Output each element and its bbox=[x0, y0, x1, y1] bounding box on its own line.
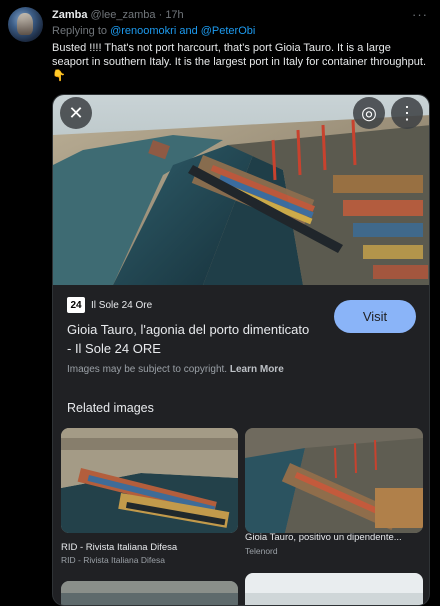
source-logo-icon: 24 bbox=[67, 297, 85, 313]
replying-prefix: Replying to bbox=[52, 25, 111, 37]
more-options-icon[interactable]: ··· bbox=[412, 7, 428, 22]
tweet[interactable]: Zamba @lee_zamba · 17h ··· Replying to @… bbox=[0, 0, 440, 606]
source-name: Il Sole 24 Ore bbox=[91, 299, 153, 311]
result-title[interactable]: Gioia Tauro, l'agonia del porto dimentic… bbox=[67, 320, 317, 358]
image-result-card[interactable]: ✕ ◎ ⋮ 24 Il Sole 24 Ore Gioia Tauro, l'a… bbox=[52, 94, 430, 606]
more-vert-icon[interactable]: ⋮ bbox=[391, 97, 423, 129]
learn-more-link[interactable]: Learn More bbox=[230, 364, 284, 375]
lens-search-icon[interactable]: ◎ bbox=[353, 97, 385, 129]
related-images-heading: Related images bbox=[67, 401, 154, 415]
related-image-1-caption[interactable]: RID - Rivista Italiana Difesa bbox=[61, 542, 238, 554]
display-name[interactable]: Zamba bbox=[52, 9, 87, 21]
copyright-notice: Images may be subject to copyright. Lear… bbox=[67, 364, 284, 375]
related-image-1-source: RID - Rivista Italiana Difesa bbox=[61, 555, 165, 565]
source-row[interactable]: 24 Il Sole 24 Ore bbox=[67, 297, 152, 313]
related-image-1[interactable] bbox=[61, 428, 238, 533]
related-image-3[interactable] bbox=[61, 581, 238, 605]
tweet-text: Busted !!!! That's not port harcourt, th… bbox=[52, 42, 426, 82]
close-icon[interactable]: ✕ bbox=[60, 97, 92, 129]
copyright-text: Images may be subject to copyright. bbox=[67, 364, 228, 375]
separator: · bbox=[158, 9, 163, 21]
timestamp[interactable]: 17h bbox=[165, 9, 183, 21]
related-image-2[interactable] bbox=[245, 428, 423, 533]
related-image-2-source: Telenord bbox=[245, 546, 278, 556]
handle[interactable]: @lee_zamba bbox=[91, 9, 156, 21]
replying-to-link[interactable]: @renoomokri and @PeterObi bbox=[110, 25, 255, 37]
visit-button[interactable]: Visit bbox=[334, 300, 416, 333]
replying-to: Replying to @renoomokri and @PeterObi bbox=[52, 24, 255, 38]
related-image-4[interactable] bbox=[245, 573, 423, 605]
related-image-2-caption[interactable]: Gioia Tauro, positivo un dipendente... bbox=[245, 532, 423, 544]
tweet-header: Zamba @lee_zamba · 17h bbox=[52, 8, 184, 22]
avatar[interactable] bbox=[8, 7, 43, 42]
port-aerial-photo[interactable]: ✕ ◎ ⋮ bbox=[53, 95, 429, 285]
